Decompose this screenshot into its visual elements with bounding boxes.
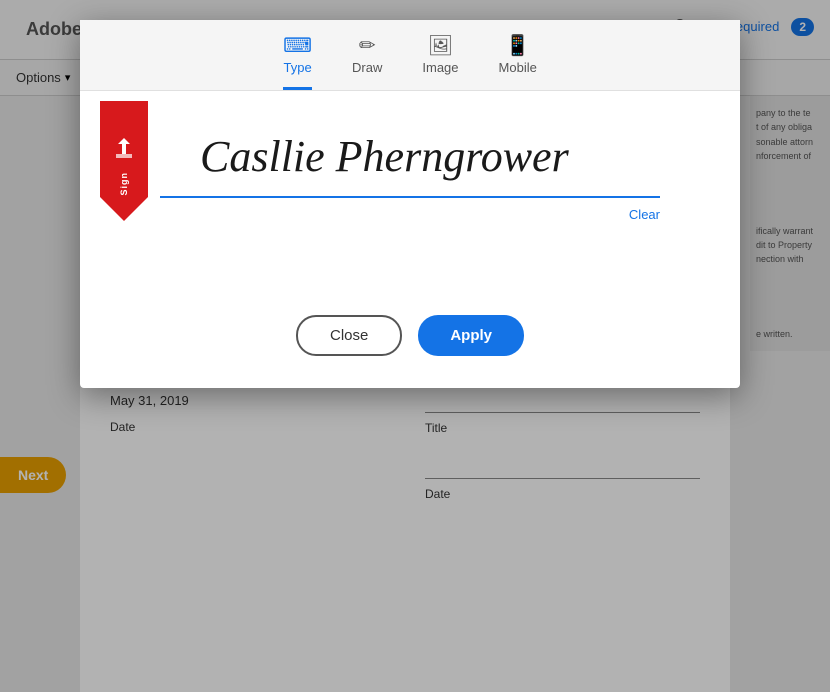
clear-link-container: Clear — [120, 198, 700, 224]
draw-icon: ✏ — [359, 36, 376, 56]
signature-area: Sign Casllie Pherngrower Clear — [80, 91, 740, 291]
apply-button[interactable]: Apply — [418, 315, 524, 356]
mobile-icon: 📱 — [505, 36, 530, 56]
tab-draw[interactable]: ✏ Draw — [352, 36, 382, 90]
adobe-sign-text: Sign — [119, 172, 129, 196]
adobe-sign-bookmark: Sign — [100, 101, 148, 221]
adobe-icon — [110, 134, 138, 168]
tab-image-label: Image — [422, 60, 458, 75]
modal-footer: Close Apply — [80, 291, 740, 388]
tab-type-label: Type — [284, 60, 312, 75]
close-button[interactable]: Close — [296, 315, 402, 356]
tab-image[interactable]: 🖼 Image — [422, 36, 458, 90]
modal-tab-bar: ⌨ Type ✏ Draw 🖼 Image 📱 Mobile — [80, 20, 740, 91]
tab-draw-label: Draw — [352, 60, 382, 75]
tab-mobile[interactable]: 📱 Mobile — [499, 36, 537, 90]
clear-link[interactable]: Clear — [629, 207, 660, 222]
image-icon: 🖼 — [428, 36, 453, 56]
tab-mobile-label: Mobile — [499, 60, 537, 75]
signature-display[interactable]: Casllie Pherngrower — [200, 121, 700, 192]
signature-modal: ⌨ Type ✏ Draw 🖼 Image 📱 Mobile Sign — [80, 20, 740, 388]
type-icon: ⌨ — [283, 36, 312, 56]
tab-type[interactable]: ⌨ Type — [283, 36, 312, 90]
